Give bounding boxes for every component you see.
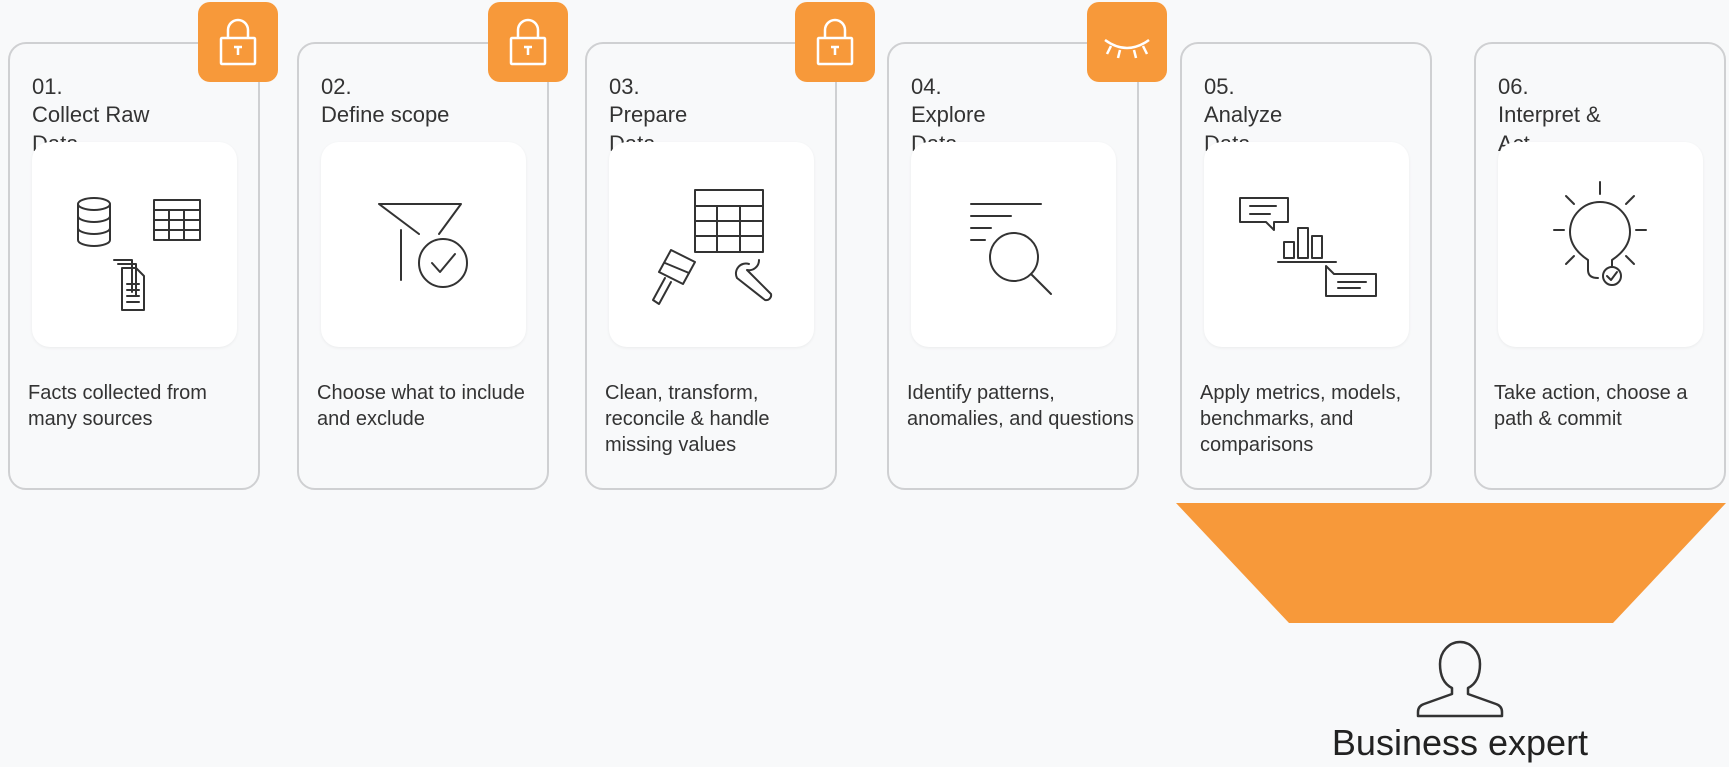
step-description: Identify patterns, anomalies, and questi… — [907, 382, 1134, 430]
step-number: 04. — [911, 74, 942, 99]
step-title: Define scope — [321, 102, 450, 127]
step-icon-box — [1498, 142, 1703, 347]
step-number: 06. — [1498, 74, 1529, 99]
step-icon-box — [911, 142, 1116, 347]
step-card-3: 03. Prepare Data Clean, transform, recon… — [585, 42, 837, 490]
magnifier-lines-icon — [970, 203, 1052, 295]
lightbulb-check-icon — [1553, 181, 1647, 286]
lock-icon — [795, 2, 875, 82]
database-table-documents-icon — [77, 197, 201, 311]
lock-icon — [488, 2, 568, 82]
funnel-shape — [1176, 503, 1726, 623]
step-description: Clean, transform, reconcile & handle mis… — [605, 382, 770, 456]
business-expert-label: Business expert — [1331, 722, 1589, 763]
step-description: Apply metrics, models, benchmarks, and c… — [1200, 382, 1402, 456]
step-number: 01. — [32, 74, 63, 99]
filter-check-icon — [378, 203, 468, 288]
step-icon-box — [32, 142, 237, 347]
step-description: Choose what to include and exclude — [317, 382, 525, 430]
step-number: 03. — [609, 74, 640, 99]
step-number: 05. — [1204, 74, 1235, 99]
step-icon-box — [1204, 142, 1409, 347]
step-card-5: 05. Analyze Data Apply metrics, models, … — [1180, 42, 1432, 490]
step-card-1: 01. Collect Raw Data Facts collected fro — [8, 42, 260, 490]
step-card-6: 06. Interpret & Act Take action, choose … — [1474, 42, 1726, 490]
step-number: 02. — [321, 74, 352, 99]
step-card-4: 04. Explore Data Identify patterns, anom… — [887, 42, 1139, 490]
step-card-2: 02. Define scope Choose what to include … — [297, 42, 549, 490]
step-icon-box — [321, 142, 526, 347]
closed-eye-icon — [1087, 2, 1167, 82]
step-description: Facts collected from many sources — [28, 382, 207, 430]
lock-icon — [198, 2, 278, 82]
person-icon — [1416, 640, 1504, 718]
step-description: Take action, choose a path & commit — [1494, 382, 1688, 430]
table-brush-wrench-icon — [652, 189, 773, 305]
step-icon-box — [609, 142, 814, 347]
chart-comments-icon — [1239, 197, 1377, 297]
